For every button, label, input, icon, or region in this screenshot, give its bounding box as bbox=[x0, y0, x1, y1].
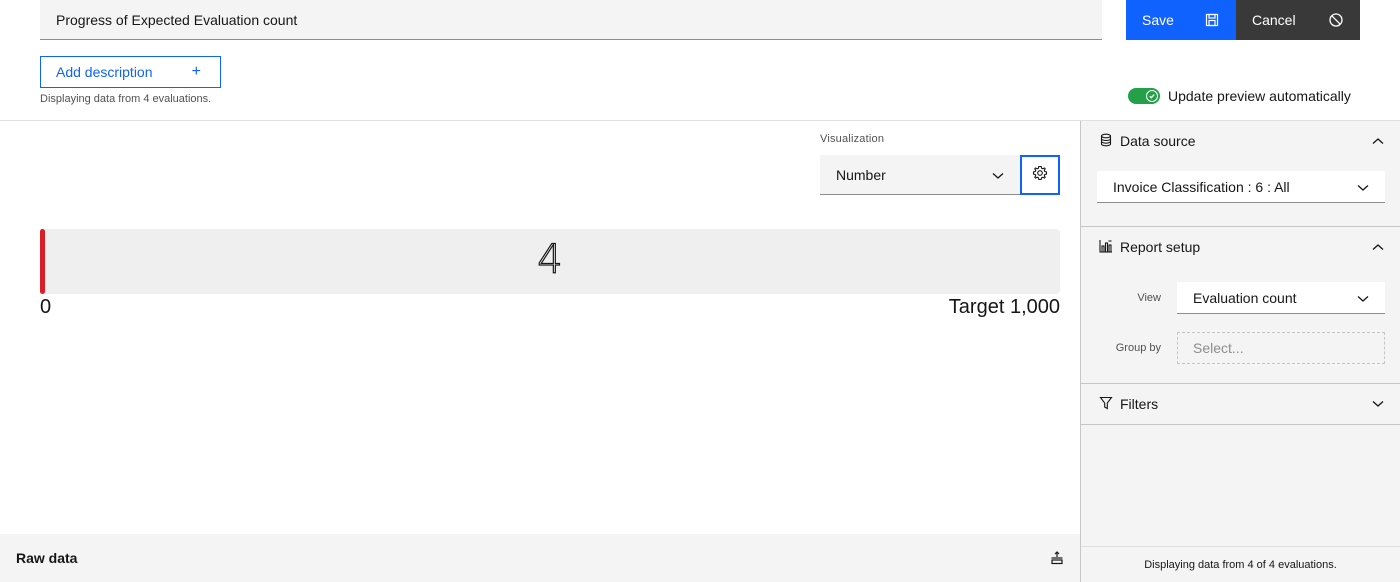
add-description-button[interactable]: Add description + bbox=[40, 56, 221, 88]
data-source-title: Data source bbox=[1120, 133, 1196, 149]
cancel-icon bbox=[1328, 12, 1344, 28]
chevron-down-icon bbox=[1357, 290, 1369, 306]
data-source-selected: Invoice Classification : 6 : All bbox=[1113, 178, 1290, 195]
view-row: View Evaluation count bbox=[1081, 282, 1385, 314]
data-source-header[interactable]: Data source bbox=[1081, 121, 1400, 161]
save-icon bbox=[1204, 12, 1220, 28]
save-button[interactable]: Save bbox=[1126, 0, 1236, 40]
chevron-down-icon bbox=[992, 167, 1004, 183]
visualization-label: Visualization bbox=[820, 133, 885, 145]
view-label: View bbox=[1137, 292, 1161, 304]
raw-data-title: Raw data bbox=[16, 550, 78, 566]
checkmark-icon bbox=[1146, 90, 1158, 102]
progress-value: 4 bbox=[537, 236, 564, 283]
plus-icon: + bbox=[191, 63, 201, 80]
preview-area: Visualization Number 4 0 Target 1,000 bbox=[0, 121, 1080, 534]
filters-header[interactable]: Filters bbox=[1081, 384, 1400, 424]
group-by-select[interactable]: Select... bbox=[1177, 332, 1385, 364]
save-label: Save bbox=[1142, 12, 1174, 28]
sidebar-footer-text: Displaying data from 4 of 4 evaluations. bbox=[1081, 546, 1400, 582]
progress-target-label: Target 1,000 bbox=[948, 296, 1060, 318]
progress-min-label: 0 bbox=[40, 296, 52, 318]
filters-title: Filters bbox=[1120, 396, 1159, 412]
group-by-label: Group by bbox=[1115, 342, 1161, 354]
visualization-selected: Number bbox=[836, 166, 886, 183]
report-chart-icon bbox=[1099, 239, 1113, 256]
visualization-select[interactable]: Number bbox=[820, 155, 1020, 195]
visualization-settings-button[interactable] bbox=[1020, 155, 1060, 195]
data-source-select[interactable]: Invoice Classification : 6 : All bbox=[1097, 171, 1385, 203]
cancel-button[interactable]: Cancel bbox=[1236, 0, 1360, 40]
chevron-down-icon bbox=[1357, 179, 1369, 195]
expand-up-icon[interactable] bbox=[1050, 551, 1064, 565]
auto-update-toggle[interactable] bbox=[1128, 88, 1160, 104]
auto-update-toggle-group: Update preview automatically bbox=[1128, 88, 1351, 104]
filters-section: Filters bbox=[1081, 384, 1400, 425]
report-header: Progress of Expected Evaluation count Sa… bbox=[0, 0, 1400, 121]
report-setup-header[interactable]: Report setup bbox=[1081, 227, 1400, 267]
view-select[interactable]: Evaluation count bbox=[1177, 282, 1385, 314]
progress-bar: 4 bbox=[40, 229, 1060, 294]
cancel-label: Cancel bbox=[1252, 12, 1296, 28]
chevron-up-icon bbox=[1372, 238, 1384, 256]
configuration-sidebar: Data source Invoice Classification : 6 :… bbox=[1080, 121, 1400, 582]
group-by-row: Group by Select... bbox=[1081, 332, 1385, 364]
add-description-label: Add description bbox=[56, 64, 153, 80]
chevron-up-icon bbox=[1372, 132, 1384, 150]
chevron-down-icon bbox=[1372, 395, 1384, 413]
report-setup-title: Report setup bbox=[1120, 239, 1201, 255]
raw-data-panel[interactable]: Raw data bbox=[0, 534, 1080, 582]
report-title-input[interactable]: Progress of Expected Evaluation count bbox=[40, 0, 1102, 40]
data-source-section: Data source Invoice Classification : 6 :… bbox=[1081, 121, 1400, 227]
auto-update-label: Update preview automatically bbox=[1168, 88, 1351, 104]
evaluations-helper-text: Displaying data from 4 evaluations. bbox=[40, 93, 212, 105]
view-selected: Evaluation count bbox=[1193, 289, 1297, 306]
database-icon bbox=[1099, 133, 1113, 150]
filter-icon bbox=[1099, 396, 1113, 413]
report-setup-section: Report setup View Evaluation count Group… bbox=[1081, 227, 1400, 384]
gear-icon bbox=[1032, 165, 1048, 186]
